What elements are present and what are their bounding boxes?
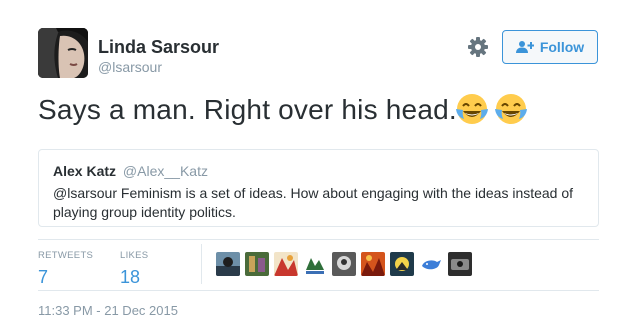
- face-with-tears-of-joy-icon: [495, 94, 527, 124]
- follow-button[interactable]: Follow: [502, 30, 598, 64]
- liker-avatar[interactable]: [245, 252, 269, 276]
- liker-avatar[interactable]: [332, 252, 356, 276]
- quoted-author-name[interactable]: Alex Katz: [53, 163, 116, 179]
- quoted-author-handle[interactable]: @Alex__Katz: [123, 163, 208, 179]
- author-name[interactable]: Linda Sarsour: [98, 37, 219, 58]
- divider: [38, 239, 599, 240]
- tweet-timestamp[interactable]: 11:33 PM - 21 Dec 2015: [38, 303, 178, 318]
- author-handle[interactable]: @lsarsour: [98, 59, 162, 75]
- retweets-count: 7: [38, 267, 49, 287]
- quoted-tweet[interactable]: Alex Katz @Alex__Katz @lsarsour Feminism…: [38, 149, 599, 227]
- face-with-tears-of-joy-icon: [456, 94, 488, 124]
- follow-button-label: Follow: [539, 39, 585, 55]
- likes-count: 18: [120, 267, 141, 287]
- gear-icon[interactable]: [466, 35, 490, 59]
- stats-separator: [201, 244, 202, 284]
- liker-avatar[interactable]: [448, 252, 472, 276]
- divider: [38, 290, 599, 291]
- author-avatar-image: [38, 28, 88, 78]
- retweets-label: RETWEETS: [38, 250, 94, 261]
- liker-avatar[interactable]: [390, 252, 414, 276]
- liker-avatar[interactable]: [419, 252, 443, 276]
- quoted-tweet-text: @lsarsour Feminism is a set of ideas. Ho…: [53, 185, 574, 220]
- add-user-icon: [515, 41, 534, 53]
- quoted-tweet-header: Alex Katz @Alex__Katz: [53, 162, 584, 180]
- likes-stat[interactable]: LIKES 18: [120, 250, 148, 288]
- tweet-text: Says a man. Right over his head.: [38, 94, 457, 125]
- liker-avatars: [216, 252, 472, 276]
- liker-avatar[interactable]: [216, 252, 240, 276]
- likes-label: LIKES: [120, 250, 149, 261]
- liker-avatar[interactable]: [361, 252, 385, 276]
- liker-avatar[interactable]: [303, 252, 327, 276]
- liker-avatar[interactable]: [274, 252, 298, 276]
- author-avatar[interactable]: [38, 28, 88, 78]
- retweets-stat[interactable]: RETWEETS 7: [38, 250, 93, 288]
